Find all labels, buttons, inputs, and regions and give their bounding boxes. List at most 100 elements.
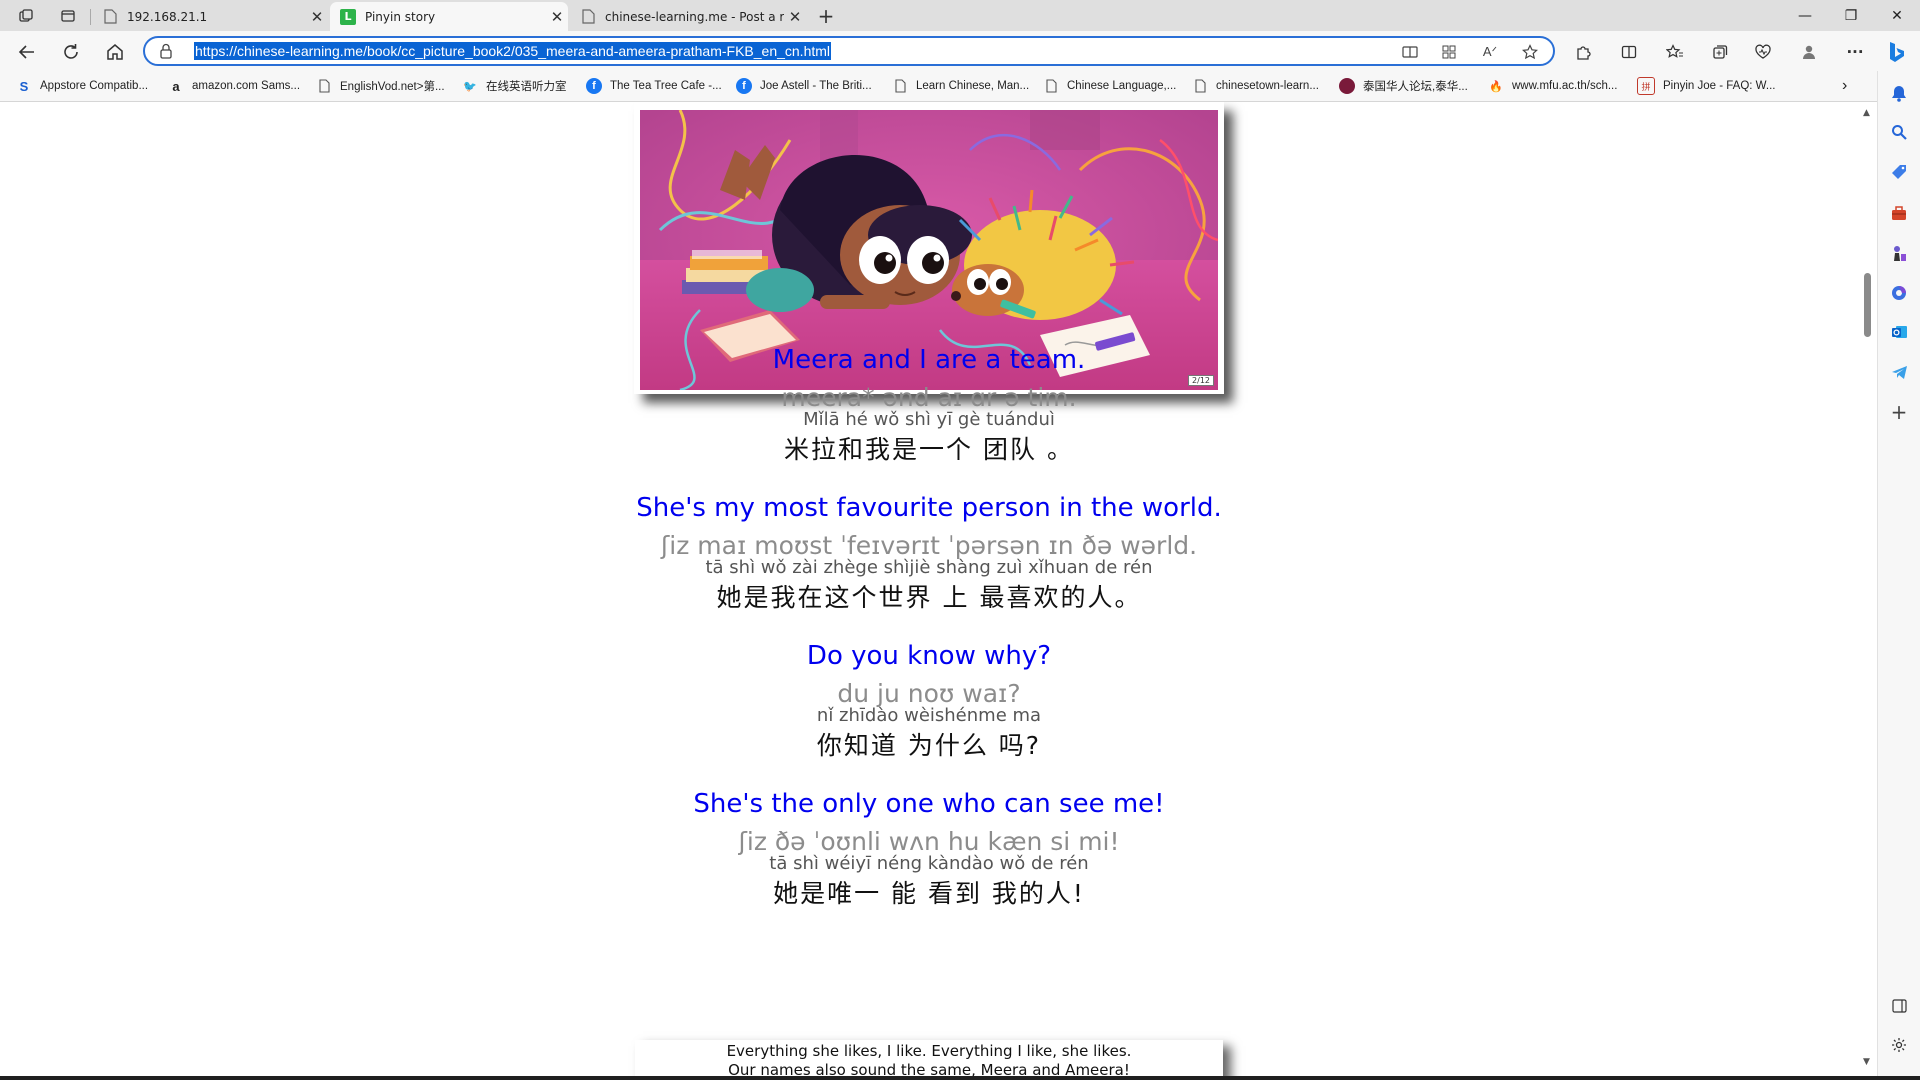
pinyin-line: nǐ zhīdào wèishénme ma	[816, 705, 1042, 726]
favorite-star-icon[interactable]	[1520, 43, 1540, 61]
bookmark-label: EnglishVod.net>第...	[340, 81, 445, 93]
bookmark-label: 泰国华人论坛,泰华...	[1363, 81, 1468, 93]
bookmark-label: Pinyin Joe - FAQ: W...	[1663, 80, 1776, 92]
new-tab-plus-icon[interactable]: +	[812, 4, 840, 28]
pinyin-line: Mǐlā hé wǒ shì yī gè tuánduì	[803, 409, 1055, 430]
bookmark-chinesetown[interactable]: chinesetown-learn...	[1192, 77, 1319, 95]
ipa-transcription: du ju noʊ waɪ?	[837, 679, 1021, 708]
hide-sidebar-icon[interactable]	[1889, 996, 1909, 1016]
bing-copilot-icon[interactable]	[1882, 37, 1912, 67]
edge-sidebar: +	[1877, 71, 1920, 1080]
bookmark-label: Learn Chinese, Man...	[916, 80, 1030, 92]
bookmark-thai-chinese-forum[interactable]: 泰国华人论坛,泰华...	[1339, 77, 1468, 95]
favorites-icon[interactable]	[1660, 37, 1690, 67]
refresh-icon[interactable]	[56, 37, 86, 67]
bookmark-label: Joe Astell - The Briti...	[760, 80, 872, 92]
immersive-reader-icon[interactable]	[1400, 43, 1420, 61]
bookmark-englishvod[interactable]: EnglishVod.net>第...	[316, 77, 445, 95]
close-tab-icon[interactable]: ✕	[306, 8, 328, 26]
tab-title: 192.168.21.1	[127, 9, 208, 24]
tab-actions-icon[interactable]	[54, 4, 82, 28]
bookmark-label: Chinese Language,...	[1067, 80, 1177, 92]
bookmark-pinyin-joe[interactable]: 拼 Pinyin Joe - FAQ: W...	[1637, 77, 1775, 95]
facebook-icon: f	[736, 78, 752, 94]
profile-avatar-icon[interactable]	[1794, 37, 1824, 67]
page-icon	[1192, 78, 1208, 94]
pinyin-line: tā shì wǒ zài zhège shìjiè shàng zuì xǐh…	[705, 557, 1153, 578]
workspaces-icon[interactable]	[12, 4, 40, 28]
collections-icon[interactable]	[1705, 37, 1735, 67]
english-sentence: She's the only one who can see me!	[693, 789, 1165, 819]
bookmark-tingliku[interactable]: 🐦 在线英语听力室	[462, 77, 567, 95]
ipa-transcription: ʃiz ðə ˈoʊnli wʌn hu kæn si mi!	[738, 827, 1120, 856]
notifications-bell-icon[interactable]	[1889, 83, 1909, 103]
bookmark-label: chinesetown-learn...	[1216, 80, 1319, 92]
chinese-sentence: 你知道 为什么 吗?	[816, 731, 1042, 760]
tab-title: chinese-learning.me - Post a repl	[605, 9, 784, 24]
facebook-icon: f	[586, 78, 602, 94]
bookmark-label: The Tea Tree Cafe -...	[610, 80, 722, 92]
bookmark-label: 在线英语听力室	[486, 81, 567, 93]
tab-router[interactable]: 192.168.21.1 ✕	[92, 2, 328, 31]
bookmark-mfu[interactable]: 🔥 www.mfu.ac.th/sch...	[1488, 77, 1617, 95]
bookmark-label: Appstore Compatib...	[40, 80, 149, 92]
s-icon: S	[19, 78, 29, 94]
bookmark-learn-chinese[interactable]: Learn Chinese, Man...	[892, 77, 1029, 95]
pinyin-line: tā shì wéiyī néng kàndào wǒ de rén	[769, 853, 1089, 874]
url-text[interactable]: https://chinese-learning.me/book/cc_pict…	[194, 42, 832, 60]
chinese-sentence: 她是我在这个世界 上 最喜欢的人。	[716, 583, 1142, 612]
scroll-up-arrow-icon[interactable]: ▲	[1863, 108, 1870, 118]
english-sentence: Do you know why?	[806, 641, 1052, 671]
apps-grid-icon[interactable]	[1439, 43, 1459, 61]
window-close-icon[interactable]: ✕	[1874, 0, 1920, 31]
ipa-transcription: ʃiz maɪ moʊst ˈfeɪvərɪt ˈpərsən ɪn ðə wə…	[660, 531, 1198, 560]
pinyinjoe-icon: 拼	[1637, 77, 1655, 95]
ipa-transcription: meera* ənd aɪ ɑr ə tim.	[781, 383, 1077, 412]
search-icon[interactable]	[1889, 122, 1909, 142]
page-scrollbar[interactable]: ▲ ▼	[1858, 102, 1877, 1076]
bookmark-label: www.mfu.ac.th/sch...	[1512, 80, 1618, 92]
scrollbar-thumb[interactable]	[1864, 273, 1871, 337]
split-screen-icon[interactable]	[1614, 37, 1644, 67]
bookmark-tea-tree-cafe[interactable]: f The Tea Tree Cafe -...	[586, 77, 722, 95]
browser-essentials-icon[interactable]	[1748, 37, 1778, 67]
sidebar-settings-gear-icon[interactable]	[1889, 1035, 1909, 1055]
chinese-sentence: 她是唯一 能 看到 我的人!	[773, 879, 1085, 908]
lock-icon[interactable]	[159, 43, 173, 63]
home-icon[interactable]	[100, 37, 130, 67]
settings-more-icon[interactable]: ···	[1840, 37, 1870, 67]
tab-chinese-learning-post[interactable]: chinese-learning.me - Post a repl ✕	[570, 2, 806, 31]
bookmark-appstore[interactable]: S Appstore Compatib...	[16, 77, 148, 95]
close-tab-icon[interactable]: ✕	[784, 8, 806, 26]
minimize-icon[interactable]: —	[1782, 0, 1828, 31]
page-icon	[580, 9, 596, 25]
bookmark-joe-astell[interactable]: f Joe Astell - The Briti...	[736, 77, 872, 95]
tab-pinyin-story[interactable]: L Pinyin story ✕	[330, 2, 568, 31]
bookmark-chinese-language[interactable]: Chinese Language,...	[1043, 77, 1176, 95]
add-sidebar-plus-icon[interactable]: +	[1889, 400, 1909, 424]
close-tab-icon[interactable]: ✕	[546, 8, 568, 26]
restore-icon[interactable]: ❐	[1828, 0, 1874, 31]
tools-briefcase-icon[interactable]	[1889, 203, 1909, 223]
flame-icon: 🔥	[1489, 80, 1503, 93]
extensions-icon[interactable]	[1568, 37, 1598, 67]
page-icon	[102, 9, 118, 25]
games-chess-icon[interactable]	[1889, 243, 1909, 263]
address-bar[interactable]: https://chinese-learning.me/book/cc_pict…	[143, 36, 1555, 66]
english-sentence: She's my most favourite person in the wo…	[636, 493, 1222, 523]
card-line: Everything she likes, I like. Everything…	[726, 1042, 1132, 1060]
outlook-icon[interactable]	[1889, 322, 1909, 342]
tab-title: Pinyin story	[365, 9, 436, 24]
tab-strip: 192.168.21.1 ✕ L Pinyin story ✕ chinese-…	[0, 0, 1920, 31]
send-telegram-icon[interactable]	[1889, 362, 1909, 382]
read-aloud-icon[interactable]: Aᐟ	[1480, 43, 1500, 61]
bookmark-label: amazon.com Sams...	[192, 80, 301, 92]
scroll-down-arrow-icon[interactable]: ▼	[1863, 1057, 1870, 1067]
chinese-sentence: 米拉和我是一个 团队 。	[784, 435, 1074, 464]
microsoft-365-icon[interactable]	[1889, 283, 1909, 303]
more-bookmarks-chevron-icon[interactable]: ›	[1842, 77, 1847, 95]
shopping-tag-icon[interactable]	[1889, 162, 1909, 182]
bookmark-amazon[interactable]: a amazon.com Sams...	[168, 77, 300, 95]
back-icon[interactable]	[12, 37, 42, 67]
window-bottom-edge	[0, 1076, 1920, 1080]
